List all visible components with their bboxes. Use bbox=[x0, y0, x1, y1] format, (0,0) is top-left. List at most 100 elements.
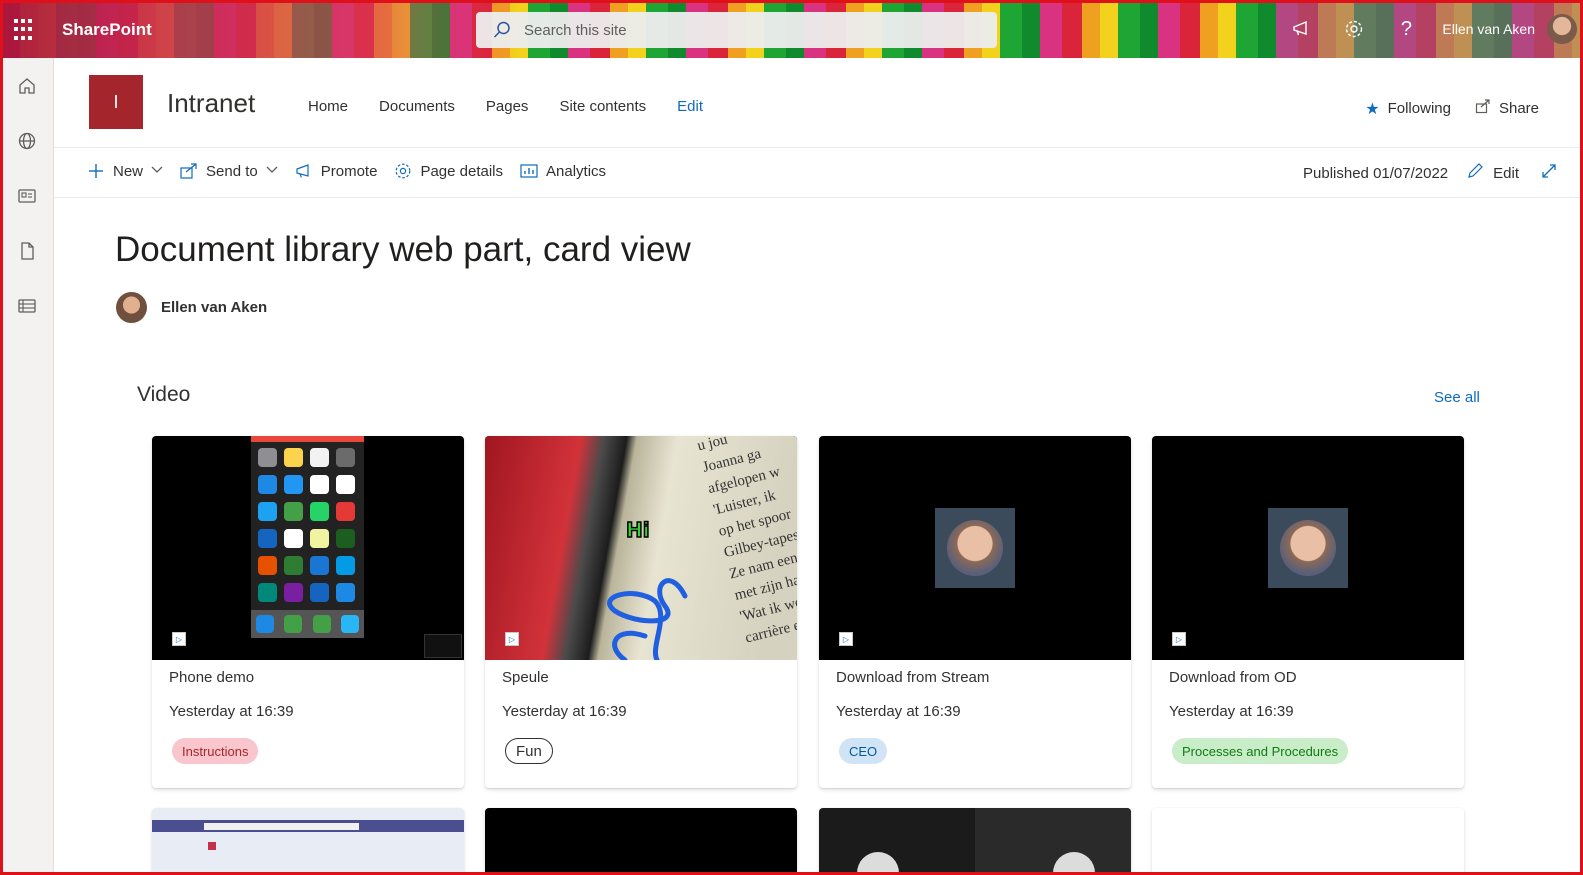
promote-button[interactable]: Promote bbox=[295, 162, 378, 180]
card-title[interactable]: Download from OD bbox=[1169, 669, 1297, 686]
page-details-button[interactable]: Page details bbox=[394, 162, 503, 180]
globe-icon[interactable] bbox=[0, 113, 54, 168]
portrait-thumbnail bbox=[935, 508, 1015, 588]
video-card[interactable]: u jou Joanna ga afgelopen w 'Luister, ik… bbox=[485, 436, 797, 788]
analytics-icon bbox=[520, 163, 538, 179]
face-photo bbox=[1280, 520, 1336, 576]
user-avatar[interactable] bbox=[1547, 14, 1577, 44]
card-date: Yesterday at 16:39 bbox=[1169, 703, 1294, 720]
share-label: Share bbox=[1498, 100, 1539, 117]
home-icon[interactable] bbox=[0, 58, 54, 113]
suite-bar: SharePoint ? Ellen van Aken bbox=[0, 0, 1583, 58]
video-thumbnail[interactable] bbox=[152, 808, 464, 875]
news-icon[interactable] bbox=[0, 168, 54, 223]
video-thumbnail[interactable] bbox=[485, 808, 797, 875]
help-icon[interactable]: ? bbox=[1380, 0, 1432, 58]
share-icon bbox=[1475, 98, 1491, 119]
book-photo: u jou Joanna ga afgelopen w 'Luister, ik… bbox=[485, 436, 797, 660]
search-icon bbox=[492, 20, 512, 40]
app-launcher-icon[interactable] bbox=[14, 19, 36, 41]
suite-right-area: ? Ellen van Aken bbox=[1276, 0, 1583, 58]
face-photo bbox=[947, 520, 1003, 576]
video-card[interactable]: ▷ Download from Stream Yesterday at 16:3… bbox=[819, 436, 1131, 788]
play-icon[interactable]: ▷ bbox=[505, 632, 519, 646]
thumb-red-mark bbox=[208, 842, 216, 850]
card-date: Yesterday at 16:39 bbox=[169, 703, 294, 720]
app-name[interactable]: SharePoint bbox=[62, 20, 152, 40]
play-icon[interactable]: ▷ bbox=[1172, 632, 1186, 646]
card-tag[interactable]: Instructions bbox=[172, 738, 259, 764]
video-thumbnail[interactable]: ▷ bbox=[152, 436, 464, 660]
megaphone-icon[interactable] bbox=[1276, 0, 1328, 58]
chevron-down-icon bbox=[151, 165, 163, 177]
following-button[interactable]: ★ Following bbox=[1365, 99, 1451, 119]
doodle-drawing bbox=[607, 578, 688, 660]
pencil-icon bbox=[1466, 162, 1484, 184]
site-logo[interactable]: I bbox=[89, 75, 143, 129]
card-date: Yesterday at 16:39 bbox=[502, 703, 627, 720]
author-avatar[interactable] bbox=[116, 292, 147, 323]
send-to-label: Send to bbox=[206, 162, 258, 180]
user-name[interactable]: Ellen van Aken bbox=[1432, 21, 1547, 37]
command-bar: New Send to Promote Page details Analyti… bbox=[54, 148, 1583, 198]
avatar-circle bbox=[857, 852, 899, 875]
video-card[interactable]: ▷ Download from OD Yesterday at 16:39 Pr… bbox=[1152, 436, 1464, 788]
author-name[interactable]: Ellen van Aken bbox=[161, 299, 267, 316]
card-title[interactable]: Phone demo bbox=[169, 669, 254, 686]
thumb-search-bar bbox=[204, 823, 359, 830]
card-title[interactable]: Speule bbox=[502, 669, 549, 686]
play-icon[interactable]: ▷ bbox=[172, 632, 186, 646]
app-bar bbox=[0, 58, 54, 875]
nav-site-contents[interactable]: Site contents bbox=[559, 98, 646, 115]
nav-edit[interactable]: Edit bbox=[677, 98, 703, 115]
chevron-down-icon bbox=[266, 165, 278, 177]
video-card[interactable] bbox=[152, 808, 464, 875]
video-card[interactable] bbox=[1152, 808, 1464, 875]
card-tag[interactable]: Fun bbox=[505, 738, 553, 764]
file-icon[interactable] bbox=[0, 223, 54, 278]
portrait-thumbnail bbox=[1268, 508, 1348, 588]
search-box[interactable] bbox=[476, 12, 997, 48]
video-card[interactable]: ▷ Phone demo Yesterday at 16:39 Instruct… bbox=[152, 436, 464, 788]
page-details-label: Page details bbox=[420, 162, 503, 180]
card-date: Yesterday at 16:39 bbox=[836, 703, 961, 720]
video-thumbnail[interactable] bbox=[1152, 808, 1464, 875]
nav-home[interactable]: Home bbox=[308, 98, 348, 115]
analytics-button[interactable]: Analytics bbox=[520, 163, 606, 180]
send-to-button[interactable]: Send to bbox=[180, 163, 278, 180]
webcam-inset bbox=[424, 634, 462, 658]
plus-icon bbox=[87, 163, 105, 179]
play-icon[interactable]: ▷ bbox=[839, 632, 853, 646]
video-thumbnail[interactable]: u jou Joanna ga afgelopen w 'Luister, ik… bbox=[485, 436, 797, 660]
edit-page-button[interactable]: Edit bbox=[1466, 162, 1519, 184]
video-thumbnail[interactable]: ▷ bbox=[1152, 436, 1464, 660]
page-title: Document library web part, card view bbox=[115, 230, 691, 269]
video-thumbnail[interactable] bbox=[819, 808, 1131, 875]
published-status: Published 01/07/2022 bbox=[1303, 164, 1449, 182]
site-header: I Intranet Home Documents Pages Site con… bbox=[54, 58, 1583, 148]
video-card[interactable] bbox=[819, 808, 1131, 875]
share-button[interactable]: Share bbox=[1475, 98, 1539, 119]
site-title[interactable]: Intranet bbox=[167, 88, 255, 119]
search-input[interactable] bbox=[524, 21, 944, 39]
promote-label: Promote bbox=[320, 162, 378, 180]
analytics-label: Analytics bbox=[546, 162, 607, 180]
new-button[interactable]: New bbox=[87, 163, 163, 180]
nav-documents[interactable]: Documents bbox=[379, 98, 455, 115]
card-tag[interactable]: CEO bbox=[839, 738, 888, 764]
settings-gear-icon[interactable] bbox=[1328, 0, 1380, 58]
following-label: Following bbox=[1387, 100, 1451, 117]
card-tag[interactable]: Processes and Procedures bbox=[1172, 738, 1349, 764]
video-thumbnail[interactable]: ▷ bbox=[819, 436, 1131, 660]
video-card[interactable] bbox=[485, 808, 797, 875]
author-byline: Ellen van Aken bbox=[116, 292, 267, 323]
new-label: New bbox=[113, 162, 144, 180]
lists-icon[interactable] bbox=[0, 278, 54, 333]
gear-icon bbox=[394, 162, 412, 180]
star-icon: ★ bbox=[1365, 100, 1380, 118]
card-title[interactable]: Download from Stream bbox=[836, 669, 989, 686]
expand-icon[interactable] bbox=[1541, 163, 1557, 184]
nav-pages[interactable]: Pages bbox=[486, 98, 529, 115]
site-actions: ★ Following Share bbox=[1341, 98, 1539, 119]
see-all-link[interactable]: See all bbox=[1434, 389, 1480, 406]
